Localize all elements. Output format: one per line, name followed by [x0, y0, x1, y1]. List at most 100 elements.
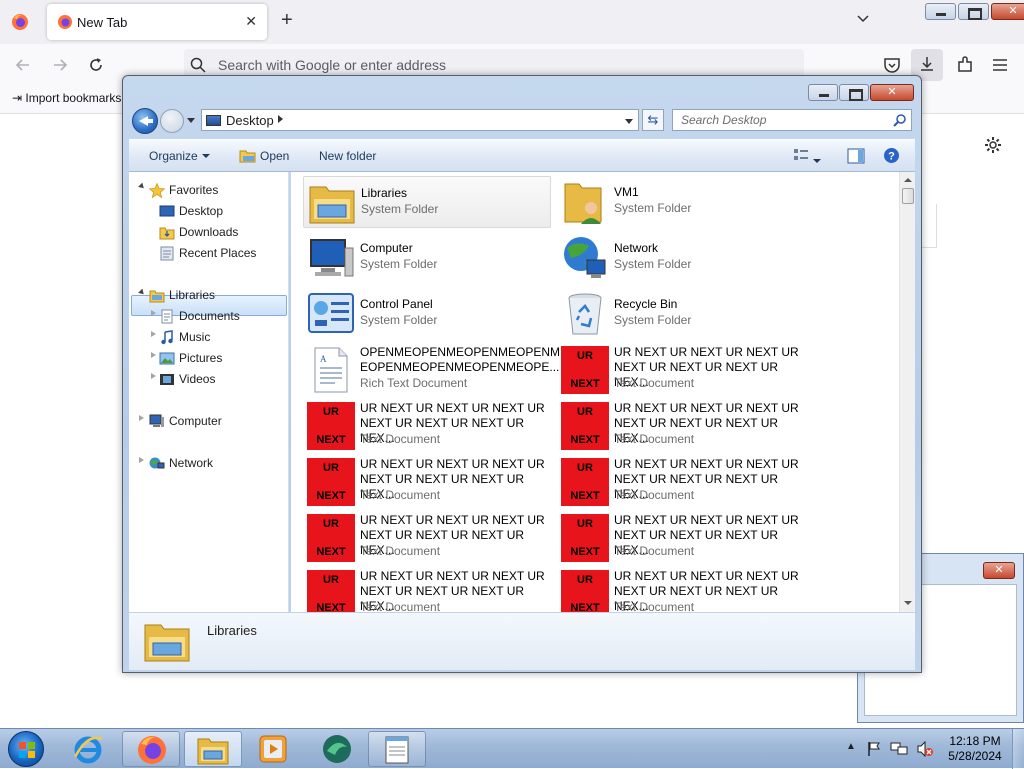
address-dropdown-icon[interactable]: [625, 119, 633, 124]
firefox-window-controls: [925, 3, 1024, 20]
network-tray-icon[interactable]: [890, 741, 908, 757]
open-button[interactable]: Open: [260, 149, 289, 163]
network-expand-icon[interactable]: [139, 457, 144, 463]
item-vm1[interactable]: VM1 System Folder: [557, 176, 805, 228]
refresh-button[interactable]: ⇆: [642, 109, 664, 131]
show-hidden-icons-icon[interactable]: ▲: [846, 741, 856, 752]
pictures-expand-icon[interactable]: [151, 352, 156, 358]
item-network[interactable]: Network System Folder: [557, 232, 805, 284]
taskbar-notepad[interactable]: [368, 731, 426, 767]
music-expand-icon[interactable]: [151, 331, 156, 337]
change-view-icon[interactable]: [793, 148, 809, 162]
new-tab-button[interactable]: +: [281, 10, 293, 30]
breadcrumb-desktop[interactable]: Desktop: [226, 113, 274, 128]
item-ur-next-txt[interactable]: UR NEXT UR NEXT UR NEXT UR NEXT UR NEXT U…: [557, 344, 805, 396]
libraries-icon: [144, 624, 190, 662]
pocket-icon[interactable]: [881, 54, 903, 76]
download-icon: [921, 57, 933, 71]
item-ur-next-txt[interactable]: UR NEXT UR NEXT UR NEXT UR NEXT UR NEXT U…: [303, 456, 551, 508]
explorer-minimize-button[interactable]: [808, 84, 838, 101]
scroll-down-icon[interactable]: [904, 601, 912, 605]
explorer-maximize-button[interactable]: [839, 84, 869, 101]
firefox-menu-icon[interactable]: [11, 13, 29, 31]
ur-next-icon: UR NEXT: [561, 346, 609, 394]
close-button[interactable]: [991, 3, 1024, 20]
new-folder-button[interactable]: New folder: [319, 149, 376, 163]
item-ur-next-txt[interactable]: UR NEXT UR NEXT UR NEXT UR NEXT UR NEXT U…: [303, 400, 551, 452]
address-breadcrumb[interactable]: Desktop: [201, 109, 639, 131]
item-ur-next-txt[interactable]: UR NEXT UR NEXT UR NEXT UR NEXT UR NEXT U…: [557, 456, 805, 508]
internet-explorer-icon[interactable]: [72, 733, 104, 765]
control-panel-icon: [308, 293, 354, 333]
organize-button[interactable]: Organize: [149, 149, 210, 163]
forward-arrow-icon[interactable]: [51, 56, 69, 74]
tab-list-chevron-icon[interactable]: [856, 12, 870, 26]
libraries-icon: [309, 186, 355, 224]
taskbar-firefox[interactable]: [122, 731, 180, 767]
url-input[interactable]: [216, 55, 776, 75]
preview-pane-icon[interactable]: [847, 148, 865, 164]
taskbar-explorer[interactable]: [184, 731, 242, 767]
open-folder-icon: [239, 150, 256, 163]
forward-button[interactable]: [160, 109, 184, 133]
item-recycle-bin[interactable]: Recycle Bin System Folder: [557, 288, 805, 340]
extensions-icon[interactable]: [954, 54, 976, 76]
app-green-arrow-icon[interactable]: [321, 733, 353, 765]
minimize-button[interactable]: [925, 3, 956, 20]
item-ur-next-txt[interactable]: UR NEXT UR NEXT UR NEXT UR NEXT UR NEXT U…: [557, 400, 805, 452]
hamburger-menu-icon[interactable]: [989, 54, 1011, 76]
maximize-button[interactable]: [958, 3, 989, 20]
item-ur-next-txt[interactable]: UR NEXT UR NEXT UR NEXT UR NEXT UR NEXT U…: [557, 512, 805, 564]
search-icon[interactable]: [893, 113, 907, 127]
reload-icon[interactable]: [87, 56, 105, 74]
videos-expand-icon[interactable]: [151, 373, 156, 379]
item-ur-next-txt[interactable]: UR NEXT UR NEXT UR NEXT UR NEXT UR NEXT U…: [557, 568, 805, 612]
item-ur-next-txt[interactable]: UR NEXT UR NEXT UR NEXT UR NEXT UR NEXT U…: [303, 568, 551, 612]
system-clock[interactable]: 12:18 PM 5/28/2024: [940, 734, 1010, 764]
notepad-icon: [385, 736, 409, 764]
item-computer[interactable]: Computer System Folder: [303, 232, 551, 284]
documents-expand-icon[interactable]: [151, 310, 156, 316]
downloads-folder-icon: [159, 227, 175, 240]
scroll-thumb[interactable]: [902, 188, 914, 204]
back-button[interactable]: [132, 108, 158, 134]
action-center-flag-icon[interactable]: [866, 741, 882, 757]
vertical-scrollbar[interactable]: [899, 172, 915, 612]
media-player-icon[interactable]: [258, 734, 288, 764]
explorer-window: Desktop ⇆ Organize Open New folder ? Fav…: [122, 75, 922, 673]
scroll-up-icon[interactable]: [904, 178, 912, 182]
show-desktop-button[interactable]: [1012, 729, 1024, 769]
item-libraries[interactable]: Libraries System Folder: [303, 176, 551, 228]
import-icon: ⇥: [12, 91, 26, 105]
ur-next-icon: UR NEXT: [561, 402, 609, 450]
computer-expand-icon[interactable]: [139, 415, 144, 421]
item-ur-next-txt[interactable]: UR NEXT UR NEXT UR NEXT UR NEXT UR NEXT U…: [303, 512, 551, 564]
import-bookmarks-link[interactable]: ⇥ Import bookmarks...: [12, 91, 131, 105]
breadcrumb-chevron-icon[interactable]: [278, 115, 283, 123]
explorer-close-button[interactable]: [870, 84, 914, 101]
background-dialog-close-button[interactable]: ✕: [983, 562, 1015, 579]
videos-icon: [160, 374, 174, 385]
command-bar: Organize Open New folder ?: [129, 139, 915, 172]
tab-new-tab[interactable]: New Tab ✕: [47, 4, 267, 40]
recent-places-icon: [160, 246, 174, 261]
clock-date: 5/28/2024: [948, 749, 1002, 763]
favorites-expand-icon[interactable]: [138, 182, 146, 191]
item-openme-rtf[interactable]: A OPENMEOPENMEOPENMEOPENM EOPENMEOPENMEO…: [303, 344, 560, 396]
tab-close-icon[interactable]: ✕: [245, 13, 257, 30]
start-button[interactable]: [8, 731, 44, 767]
desktop-icon: [159, 205, 175, 217]
recent-pages-dropdown-icon[interactable]: [187, 118, 195, 123]
search-box[interactable]: [672, 109, 912, 131]
item-control-panel[interactable]: Control Panel System Folder: [303, 288, 551, 340]
view-options-chevron-icon[interactable]: [813, 154, 821, 168]
pictures-icon: [159, 352, 175, 365]
search-input[interactable]: [679, 112, 879, 128]
back-arrow-icon[interactable]: [14, 56, 32, 74]
ur-next-icon: UR NEXT: [307, 458, 355, 506]
gear-icon[interactable]: [983, 135, 1003, 155]
chevron-down-icon: [201, 154, 210, 158]
volume-muted-icon[interactable]: [916, 741, 934, 757]
tab-title: New Tab: [77, 15, 128, 30]
help-icon[interactable]: ?: [883, 147, 900, 164]
